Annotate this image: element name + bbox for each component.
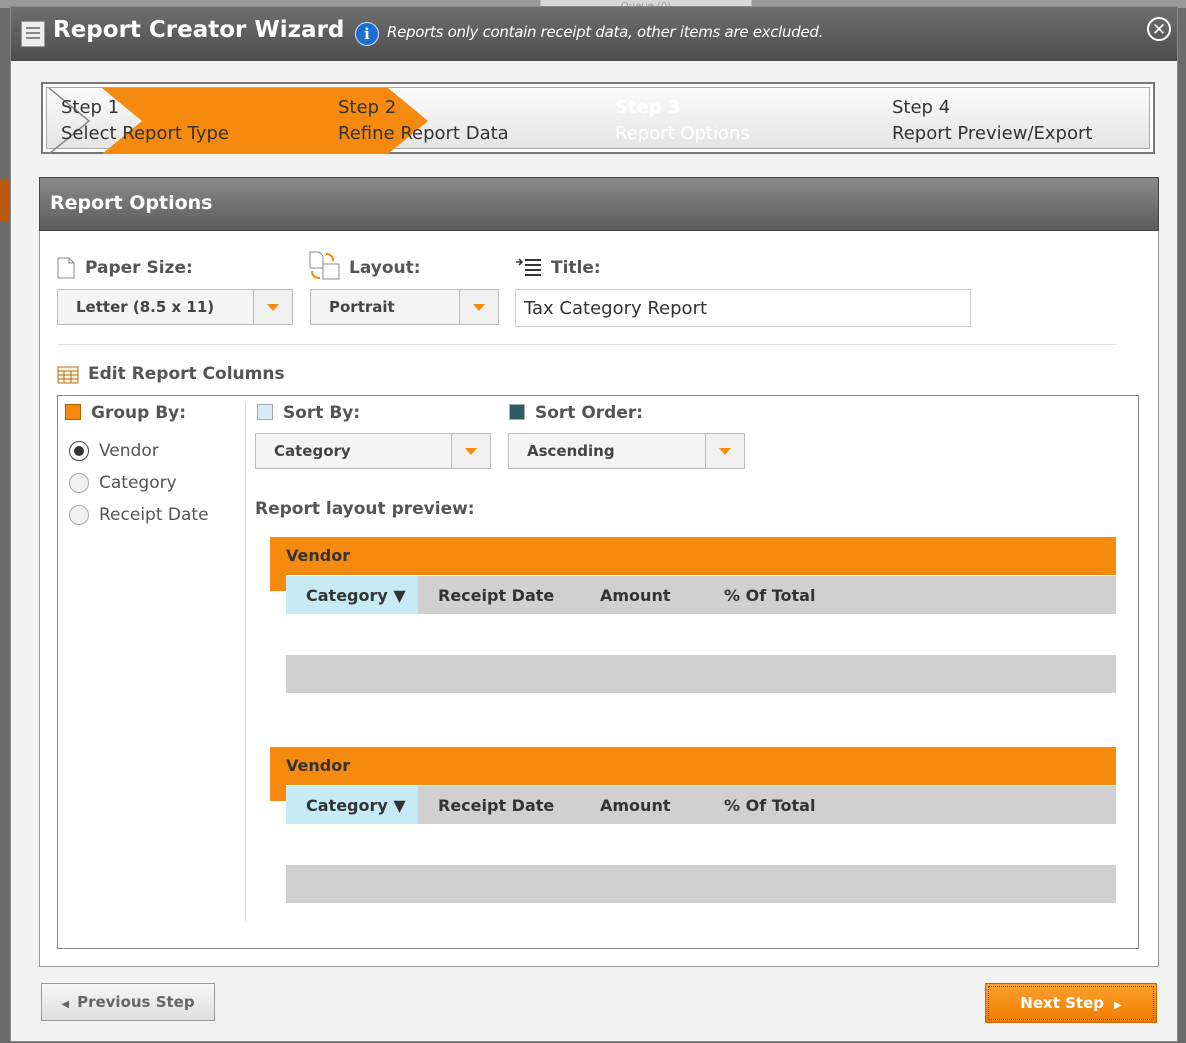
step-number: Step 2	[338, 97, 397, 118]
layout-value: Portrait	[329, 298, 395, 316]
info-message: Reports only contain receipt data, other…	[387, 23, 824, 41]
group-by-color-icon	[65, 404, 81, 420]
preview-column-headers: Category ▼ Receipt Date Amount % Of Tota…	[286, 576, 1116, 614]
preview-column-percent: % Of Total	[724, 586, 816, 605]
sort-order-label: Sort Order:	[535, 403, 644, 423]
report-wizard-dialog: Report Creator Wizard i Reports only con…	[10, 6, 1178, 1042]
background-accent-strip	[0, 180, 10, 222]
layout-dropdown[interactable]: Portrait	[310, 289, 499, 325]
sort-by-label: Sort By:	[283, 403, 361, 423]
divider	[57, 344, 1117, 345]
step-number: Step 4	[892, 97, 951, 118]
panel-header: Report Options	[39, 177, 1159, 231]
step-label: Refine Report Data	[338, 123, 509, 144]
preview-column-percent: % Of Total	[724, 796, 816, 815]
step-number: Step 1	[61, 97, 120, 118]
columns-icon	[57, 366, 79, 384]
preview-group-label: Vendor	[286, 546, 351, 565]
chevron-left-icon: ◀	[61, 999, 70, 1010]
step-3[interactable]: Step 3 Report Options	[601, 88, 863, 152]
group-by-label: Group By:	[91, 403, 187, 423]
paper-size-value: Letter (8.5 x 11)	[76, 298, 215, 316]
radio-vendor-label: Vendor	[99, 441, 159, 461]
paper-size-label: Paper Size:	[85, 258, 193, 278]
sort-order-color-icon	[509, 404, 525, 420]
info-icon: i	[355, 22, 379, 46]
step-4[interactable]: Step 4 Report Preview/Export	[878, 88, 1140, 152]
step-2[interactable]: Step 2 Refine Report Data	[324, 88, 586, 152]
edit-columns-label: Edit Report Columns	[88, 364, 285, 384]
preview-data-row	[286, 865, 1116, 903]
preview-group-label: Vendor	[286, 756, 351, 775]
preview-group-tail	[270, 785, 286, 801]
preview-group-band: Vendor	[270, 537, 1116, 575]
radio-vendor[interactable]	[69, 441, 89, 461]
step-number: Step 3	[615, 97, 681, 118]
chevron-down-icon[interactable]	[459, 290, 498, 324]
wizard-steps: Step 1 Select Report Type Step 2 Refine …	[41, 82, 1155, 155]
preview-column-amount: Amount	[600, 796, 671, 815]
title-input[interactable]	[515, 289, 971, 327]
chevron-down-icon[interactable]	[705, 434, 744, 468]
report-icon	[21, 21, 45, 47]
previous-step-button[interactable]: ◀ Previous Step	[41, 983, 215, 1021]
sort-by-color-icon	[257, 404, 273, 420]
preview-group-band: Vendor	[270, 747, 1116, 785]
layout-icon	[309, 251, 340, 280]
chevron-down-icon[interactable]	[451, 434, 490, 468]
step-1[interactable]: Step 1 Select Report Type	[47, 88, 309, 152]
preview-column-receipt-date: Receipt Date	[438, 796, 555, 815]
title-icon	[516, 258, 541, 276]
close-icon: ✕	[1151, 20, 1167, 40]
panel-title: Report Options	[50, 192, 213, 214]
next-step-label: Next Step	[1020, 994, 1104, 1012]
sort-order-dropdown[interactable]: Ascending	[508, 433, 745, 469]
step-label: Report Preview/Export	[892, 123, 1093, 144]
preview-data-row	[286, 655, 1116, 693]
column-divider	[245, 402, 246, 922]
radio-receipt-date[interactable]	[69, 505, 89, 525]
chevron-right-icon: ▶	[1113, 1000, 1122, 1011]
previous-step-label: Previous Step	[77, 993, 195, 1011]
preview-label: Report layout preview:	[255, 499, 475, 519]
preview-column-receipt-date: Receipt Date	[438, 586, 555, 605]
next-step-button[interactable]: Next Step ▶	[985, 983, 1157, 1023]
preview-column-category: Category ▼	[306, 586, 406, 605]
step-label: Report Options	[615, 123, 750, 144]
sort-order-value: Ascending	[527, 442, 615, 460]
title-label: Title:	[551, 258, 601, 278]
sort-by-value: Category	[274, 442, 351, 460]
dialog-titlebar: Report Creator Wizard i Reports only con…	[11, 7, 1177, 61]
close-button[interactable]: ✕	[1147, 17, 1171, 41]
radio-category[interactable]	[69, 473, 89, 493]
sort-by-dropdown[interactable]: Category	[255, 433, 491, 469]
radio-receipt-date-label: Receipt Date	[99, 505, 209, 525]
radio-category-label: Category	[99, 473, 177, 493]
preview-group-tail	[270, 575, 286, 591]
layout-label: Layout:	[349, 258, 421, 278]
preview-column-amount: Amount	[600, 586, 671, 605]
paper-size-dropdown[interactable]: Letter (8.5 x 11)	[57, 289, 293, 325]
step-label: Select Report Type	[61, 123, 229, 144]
chevron-down-icon[interactable]	[253, 290, 292, 324]
paper-icon	[57, 257, 75, 279]
preview-column-headers: Category ▼ Receipt Date Amount % Of Tota…	[286, 786, 1116, 824]
preview-column-category: Category ▼	[306, 796, 406, 815]
dialog-title: Report Creator Wizard	[53, 17, 345, 43]
